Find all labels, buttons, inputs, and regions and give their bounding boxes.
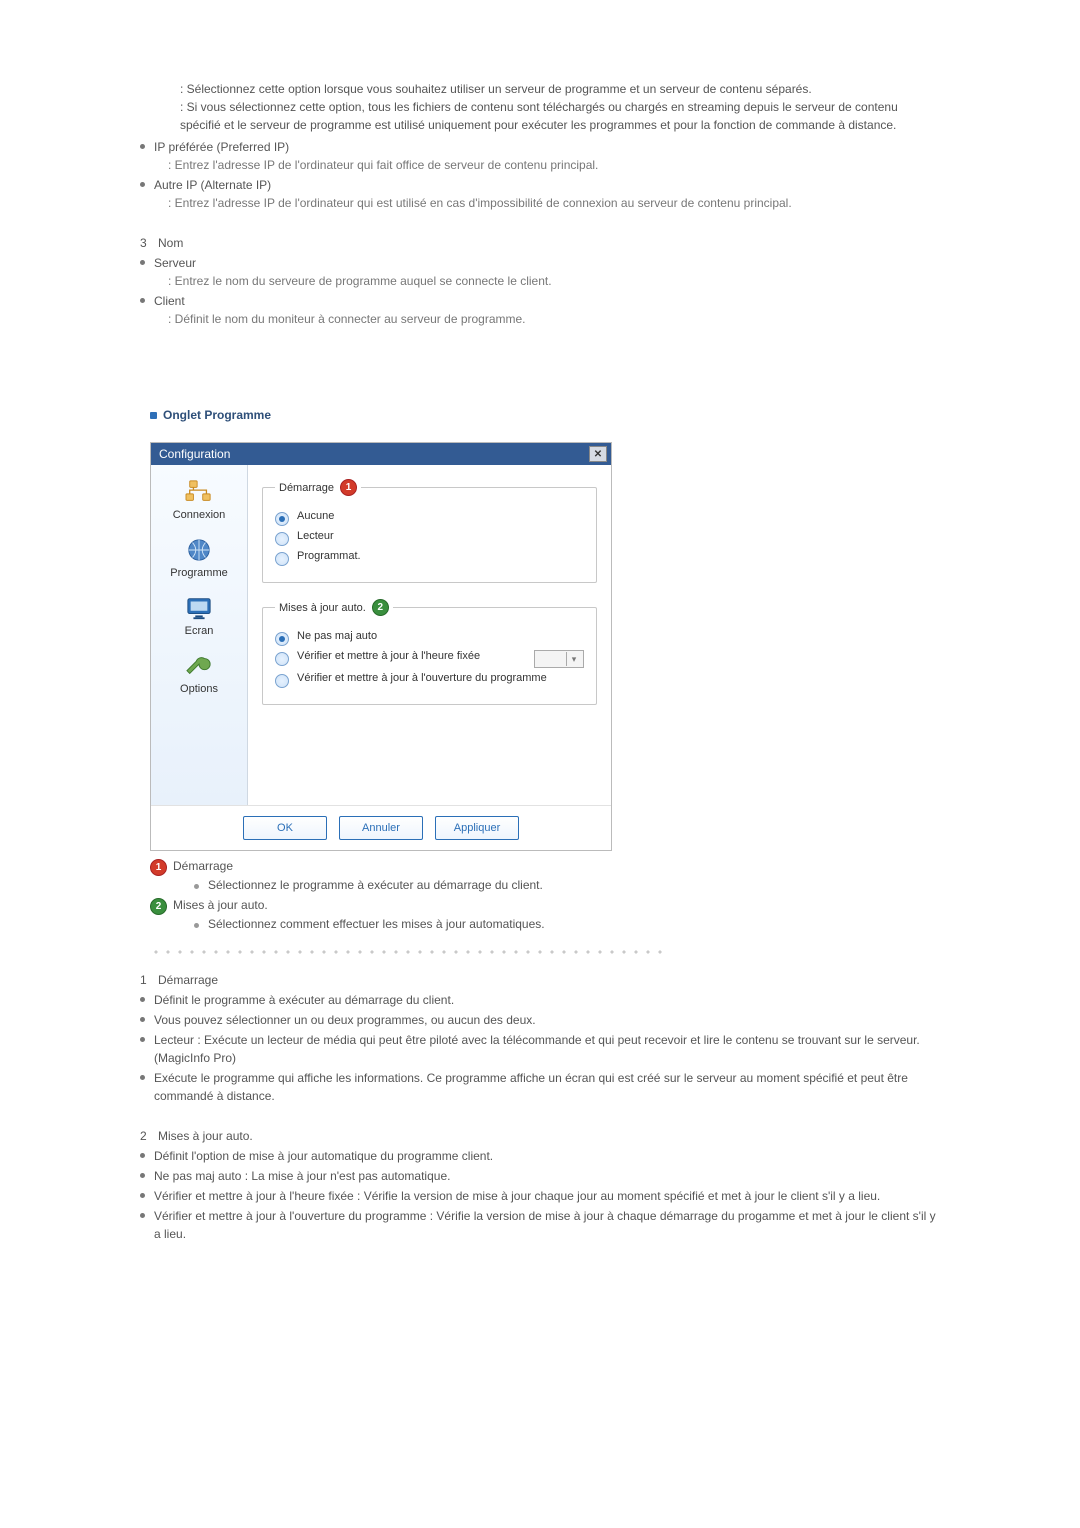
radio-label: Lecteur [297,530,334,542]
tab-heading: Onglet Programme [150,408,940,422]
section-3-number: 3 [140,236,158,250]
radio-label: Ne pas maj auto [297,630,377,642]
badge-2-icon: 2 [150,898,167,915]
monitor-icon [184,595,214,621]
note-2-title: Mises à jour auto. [173,898,268,912]
radio-label: Vérifier et mettre à jour à l'ouverture … [297,672,547,684]
section-1-number: 1 [140,973,158,987]
badge-1-icon: 1 [340,479,357,496]
cancel-button[interactable]: Annuler [339,816,423,840]
heading-dot-icon [150,412,157,419]
client-title: Client [154,294,185,308]
radio-programmat[interactable]: Programmat. [275,550,584,566]
group-maj-legend: Mises à jour auto. [279,602,366,614]
dialog-title: Configuration [159,447,230,461]
section-2-title: Mises à jour auto. [158,1129,253,1143]
ip-list: IP préférée (Preferred IP) : Entrez l'ad… [140,138,940,212]
intro-paragraph-1: : Sélectionnez cette option lorsque vous… [180,80,940,98]
list-item: Ne pas maj auto : La mise à jour n'est p… [140,1167,940,1185]
configuration-dialog: Configuration ✕ Connexion Programme Ecra… [150,442,612,851]
list-item: Définit le programme à exécuter au démar… [140,991,940,1009]
server-title: Serveur [154,256,196,270]
radio-icon [275,674,289,688]
group-demarrage-legend: Démarrage [279,482,334,494]
globe-icon [184,537,214,563]
ok-button[interactable]: OK [243,816,327,840]
note-2-desc: Sélectionnez comment effectuer les mises… [194,917,940,931]
note-2: 2 Mises à jour auto. [150,898,940,915]
radio-icon [275,652,289,666]
radio-time-fixed[interactable]: Vérifier et mettre à jour à l'heure fixé… [275,650,584,668]
radio-lecteur[interactable]: Lecteur [275,530,584,546]
badge-2-icon: 2 [372,599,389,616]
dialog-button-row: OK Annuler Appliquer [151,805,611,850]
radio-aucune[interactable]: Aucune [275,510,584,526]
radio-icon [275,552,289,566]
sidebar-item-options[interactable]: Options [159,653,239,695]
sidebar-item-ecran[interactable]: Ecran [159,595,239,637]
group-maj-auto: Mises à jour auto. 2 Ne pas maj auto Vér… [262,599,597,705]
note-1: 1 Démarrage [150,859,940,876]
list-item: Vérifier et mettre à jour à l'heure fixé… [140,1187,940,1205]
section-1-title: Démarrage [158,973,218,987]
list-item: Lecteur : Exécute un lecteur de média qu… [140,1031,940,1067]
section-2-number: 2 [140,1129,158,1143]
sidebar-item-label: Options [180,683,218,695]
ip-alternate-title: Autre IP (Alternate IP) [154,178,271,192]
section-2-list: Définit l'option de mise à jour automati… [140,1147,940,1243]
list-item: Vérifier et mettre à jour à l'ouverture … [140,1207,940,1243]
radio-label: Programmat. [297,550,361,562]
client-desc: : Définit le nom du moniteur à connecter… [154,310,940,328]
apply-button[interactable]: Appliquer [435,816,519,840]
radio-label: Vérifier et mettre à jour à l'heure fixé… [297,650,526,662]
note-1-desc: Sélectionnez le programme à exécuter au … [194,878,940,892]
ip-preferred-desc: : Entrez l'adresse IP de l'ordinateur qu… [154,156,940,174]
list-item: Définit l'option de mise à jour automati… [140,1147,940,1165]
radio-icon [275,632,289,646]
dialog-panel: Démarrage 1 Aucune Lecteur Programmat. [248,465,611,805]
radio-icon [275,512,289,526]
sidebar-item-label: Connexion [173,509,226,521]
wrench-icon [184,653,214,679]
list-item: Exécute le programme qui affiche les inf… [140,1069,940,1105]
badge-1-icon: 1 [150,859,167,876]
radio-label: Aucune [297,510,334,522]
ip-alternate-desc: : Entrez l'adresse IP de l'ordinateur qu… [154,194,940,212]
dialog-sidebar: Connexion Programme Ecran Options [151,465,248,805]
dotted-divider [150,949,670,955]
note-1-title: Démarrage [173,859,233,873]
chevron-down-icon: ▾ [566,652,581,666]
server-desc: : Entrez le nom du serveure de programme… [154,272,940,290]
radio-no-maj[interactable]: Ne pas maj auto [275,630,584,646]
close-icon[interactable]: ✕ [589,446,607,462]
radio-icon [275,532,289,546]
section-1-list: Définit le programme à exécuter au démar… [140,991,940,1105]
list-item: Vous pouvez sélectionner un ou deux prog… [140,1011,940,1029]
time-dropdown[interactable]: ▾ [534,650,584,668]
sidebar-item-connexion[interactable]: Connexion [159,479,239,521]
network-icon [184,479,214,505]
sidebar-item-label: Programme [170,567,227,579]
group-demarrage: Démarrage 1 Aucune Lecteur Programmat. [262,479,597,583]
section-3-title: Nom [158,236,183,250]
dialog-titlebar[interactable]: Configuration ✕ [151,443,611,465]
radio-on-open[interactable]: Vérifier et mettre à jour à l'ouverture … [275,672,584,688]
sidebar-item-programme[interactable]: Programme [159,537,239,579]
intro-paragraph-2: : Si vous sélectionnez cette option, tou… [180,98,940,134]
sidebar-item-label: Ecran [185,625,214,637]
tab-heading-text: Onglet Programme [163,408,271,422]
section-3-list: Serveur : Entrez le nom du serveure de p… [140,254,940,328]
ip-preferred-title: IP préférée (Preferred IP) [154,140,289,154]
